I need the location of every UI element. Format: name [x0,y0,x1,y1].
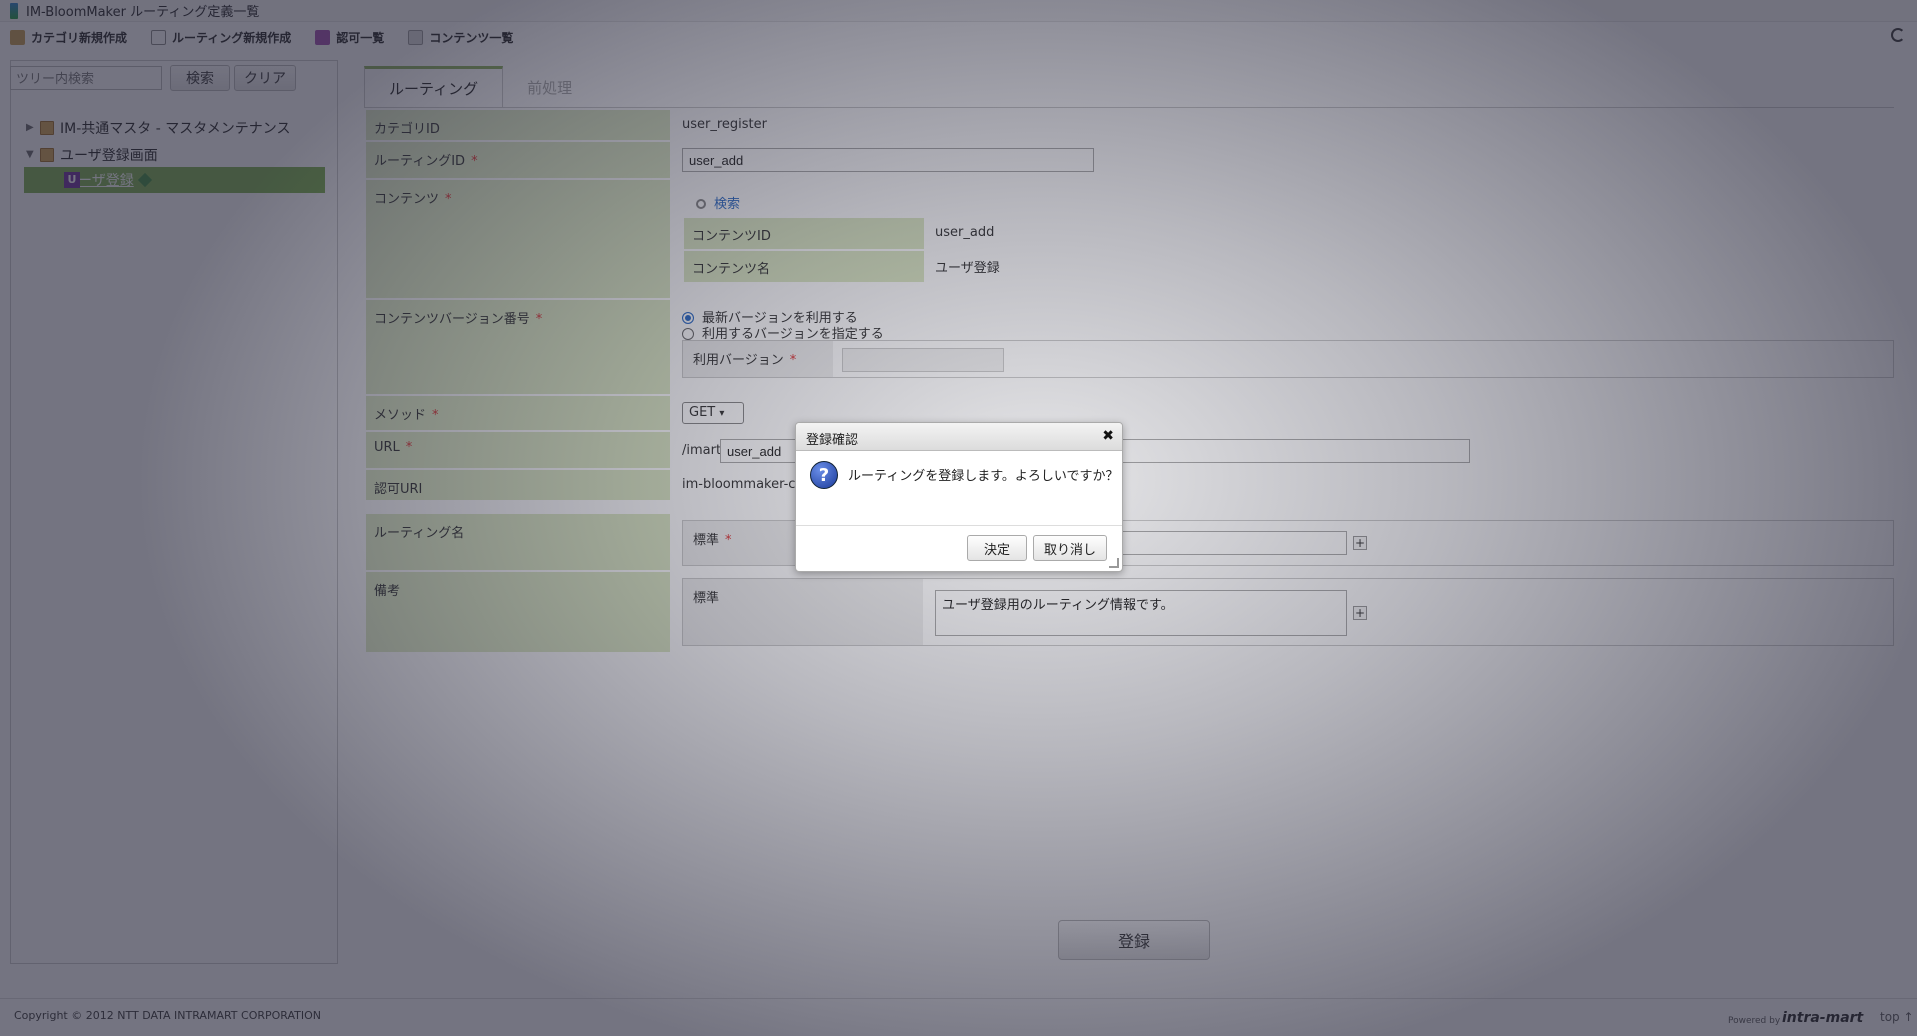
category-icon [10,29,25,45]
top-link[interactable]: top ↑ [1880,1010,1914,1024]
expand-arrow-icon[interactable]: ▶ [26,122,40,133]
routing-create-button[interactable]: ルーティング新規作成 [151,29,291,46]
tree-clear-button[interactable]: クリア [234,65,296,91]
contents-id-label: コンテンツID [684,218,924,249]
url-label: URL * [366,432,670,470]
category-id-label: カテゴリID [366,110,670,142]
auth-uri-label: 認可URI [366,470,670,502]
toolbar: カテゴリ新規作成 ルーティング新規作成 認可一覧 コンテンツ一覧 [0,23,1917,51]
tree-node-user-add-selected[interactable]: U ユーザ登録 [24,167,325,193]
category-tree: ▶ IM-共通マスタ - マスタメンテナンス ▼ ユーザ登録画面 [26,114,291,168]
edit-icon [137,172,152,188]
contents-name-label: コンテンツ名 [684,251,924,282]
tab-routing[interactable]: ルーティング [364,66,504,108]
routing-create-label: ルーティング新規作成 [172,30,292,45]
category-id-value: user_register [682,117,767,132]
app-icon [10,2,18,19]
contents-id-value: user_add [935,225,995,240]
tree-search-input[interactable] [10,66,162,90]
tree-node-common-master[interactable]: ▶ IM-共通マスタ - マスタメンテナンス [26,114,291,141]
close-icon[interactable]: ✖ [1102,428,1114,444]
authorization-list-button[interactable]: 認可一覧 [315,29,384,46]
tree-node-label: IM-共通マスタ - マスタメンテナンス [60,120,291,137]
version-use-input[interactable] [842,348,1004,372]
magnifier-icon [696,199,706,209]
contents-icon [408,29,424,45]
contents-version-label: コンテンツバージョン番号 * [366,300,670,396]
add-routing-name-button[interactable]: + [1353,536,1367,550]
contents-search-link[interactable]: 検索 [696,193,740,212]
remarks-label: 備考 [366,572,670,654]
radio-unchecked-icon [682,328,694,340]
add-remarks-button[interactable]: + [1353,606,1367,620]
tree-node-user-register[interactable]: ▼ ユーザ登録画面 [26,141,291,168]
collapse-arrow-icon[interactable]: ▼ [26,149,40,160]
routing-badge-icon: U [64,172,80,188]
tree-pane [10,60,338,964]
authorization-icon [315,29,331,45]
intramart-logo: intra-mart [1782,1010,1864,1026]
window-titlebar: IM-BloomMaker ルーティング定義一覧 [0,0,1917,22]
contents-list-button[interactable]: コンテンツ一覧 [408,29,513,46]
dialog-cancel-button[interactable]: 取り消し [1033,535,1107,561]
method-label: メソッド * [366,396,670,432]
category-create-button[interactable]: カテゴリ新規作成 [10,29,127,46]
routing-name-label: ルーティング名 [366,514,670,572]
copyright-text: Copyright © 2012 NTT DATA INTRAMART CORP… [14,1009,322,1022]
tab-bar: ルーティング 前処理 [364,66,596,108]
routing-id-label: ルーティングID * [366,142,670,180]
tree-search-button[interactable]: 検索 [170,65,230,91]
dialog-titlebar: 登録確認 ✖ [796,423,1122,451]
remarks-textarea[interactable]: ユーザ登録用のルーティング情報です。 [935,590,1347,636]
folder-icon [40,147,54,162]
contents-name-value: ユーザ登録 [935,261,1000,276]
resize-grip-icon[interactable] [1109,558,1119,568]
chevron-down-icon: ▾ [719,408,725,419]
version-use-label: 利用バージョン * [683,341,833,377]
dialog-ok-button[interactable]: 決定 [967,535,1027,561]
tab-divider [364,107,1894,108]
method-select[interactable]: GET ▾ [682,402,744,424]
dialog-message: ルーティングを登録します。よろしいですか？ [848,469,1119,484]
question-icon: ? [810,461,838,489]
remarks-standard-label: 標準 [683,579,923,645]
refresh-icon[interactable] [1891,28,1905,42]
url-prefix: /imart/ [682,443,726,458]
tab-preprocess[interactable]: 前処理 [503,66,596,108]
routing-id-input[interactable] [682,148,1094,172]
tree-node-label: ユーザ登録画面 [60,147,158,164]
folder-icon [40,120,54,135]
authorization-list-label: 認可一覧 [336,30,385,45]
window-title: IM-BloomMaker ルーティング定義一覧 [26,5,260,20]
dialog-title: 登録確認 [806,433,859,448]
routing-icon [151,29,167,45]
dialog-divider [796,525,1122,526]
category-create-label: カテゴリ新規作成 [31,30,128,45]
contents-list-label: コンテンツ一覧 [429,30,514,45]
confirm-dialog: 登録確認 ✖ ? ルーティングを登録します。よろしいですか？ 決定 取り消し [795,422,1123,572]
powered-by-text: Powered by [1728,1016,1781,1026]
contents-label: コンテンツ * [366,180,670,300]
register-button[interactable]: 登録 [1058,920,1210,960]
